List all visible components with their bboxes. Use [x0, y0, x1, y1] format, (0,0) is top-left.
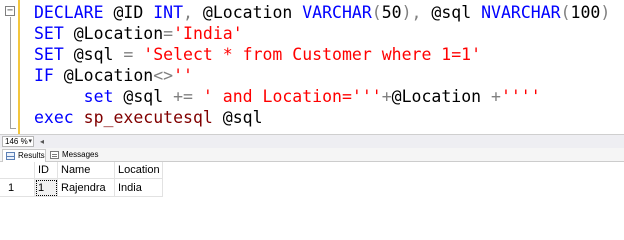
code-token: +: [381, 87, 392, 106]
code-token: 'Select * from Customer where 1=1': [133, 45, 482, 64]
messages-icon: [50, 151, 59, 159]
tab-results[interactable]: Results: [2, 149, 46, 162]
code-token: ): [600, 3, 611, 22]
code-token: @Location: [53, 66, 154, 85]
zoom-level: 146 %: [5, 137, 28, 146]
code-token: @Location: [391, 87, 491, 106]
chevron-down-icon: ▾: [28, 138, 32, 145]
code-token: =: [123, 45, 134, 64]
tab-label: Messages: [62, 150, 99, 159]
code-token: VARCHAR: [302, 3, 372, 22]
code-token: SET: [34, 24, 64, 43]
code-line[interactable]: set @sql += ' and Location='''+@Location…: [34, 86, 610, 107]
code-token: sp_executesql: [73, 108, 213, 127]
code-token: ,: [183, 3, 203, 22]
cell-name[interactable]: Rajendra: [57, 178, 115, 197]
grid-header-row: ID Name Location: [0, 162, 163, 179]
code-token: 50: [381, 3, 402, 22]
code-token: 'India': [173, 24, 243, 43]
code-line[interactable]: DECLARE @ID INT, @Location VARCHAR(50), …: [34, 2, 610, 23]
code-token: @sql: [113, 87, 174, 106]
code-token: SET: [34, 45, 64, 64]
code-line[interactable]: SET @sql = 'Select * from Customer where…: [34, 44, 610, 65]
outline-line: [10, 17, 11, 129]
code-token: @ID: [103, 3, 154, 22]
results-grid: ID Name Location 1 1 Rajendra India: [0, 162, 624, 202]
code-token: +=: [173, 87, 193, 106]
code-token: <>: [153, 66, 174, 85]
code-line[interactable]: SET @Location='India': [34, 23, 610, 44]
results-tabs: Results Messages: [0, 148, 624, 162]
code-token: (: [560, 3, 571, 22]
editor-gutter: −: [0, 0, 20, 134]
code-token: @Location: [63, 24, 164, 43]
code-token: '''': [500, 87, 541, 106]
cell-id[interactable]: 1: [34, 178, 58, 197]
code-token: IF: [34, 66, 54, 85]
change-tracking-margin: [18, 0, 22, 134]
collapse-icon[interactable]: −: [5, 6, 15, 16]
tab-messages[interactable]: Messages: [47, 149, 99, 162]
code-token: exec: [34, 108, 74, 127]
table-row: 1 1 Rajendra India: [0, 178, 163, 197]
code-token: '': [173, 66, 193, 85]
code-token: DECLARE: [34, 3, 104, 22]
zoom-dropdown[interactable]: 146 % ▾: [2, 136, 34, 147]
code-token: @Location: [202, 3, 303, 22]
row-number[interactable]: 1: [0, 178, 35, 197]
cell-location[interactable]: India: [114, 178, 163, 197]
outline-line-end: [10, 128, 16, 129]
zoom-bar: 146 % ▾ ◂: [0, 134, 624, 148]
code-line[interactable]: exec sp_executesql @sql: [34, 107, 610, 128]
code-token: NVARCHAR: [481, 3, 561, 22]
query-editor[interactable]: − DECLARE @ID INT, @Location VARCHAR(50)…: [0, 0, 624, 134]
code-area[interactable]: DECLARE @ID INT, @Location VARCHAR(50), …: [34, 0, 610, 128]
code-token: +: [491, 87, 501, 106]
grid-icon: [6, 152, 15, 160]
tab-label: Results: [18, 151, 45, 160]
code-token: =: [163, 24, 174, 43]
code-line[interactable]: IF @Location<>'': [34, 65, 610, 86]
code-token: INT: [153, 3, 184, 22]
column-header-location[interactable]: Location: [114, 162, 163, 179]
code-token: @sql: [212, 108, 263, 127]
code-token: ' and Location=''': [192, 87, 382, 106]
code-token: (: [371, 3, 382, 22]
code-token: @sql: [63, 45, 124, 64]
code-token: 100: [570, 3, 601, 22]
code-token: @sql: [431, 3, 482, 22]
code-token: ),: [401, 3, 432, 22]
column-header-id[interactable]: ID: [34, 162, 58, 179]
column-header-name[interactable]: Name: [57, 162, 115, 179]
code-token: set: [83, 87, 114, 106]
row-header-corner[interactable]: [0, 162, 35, 179]
scroll-left-icon[interactable]: ◂: [40, 137, 44, 146]
